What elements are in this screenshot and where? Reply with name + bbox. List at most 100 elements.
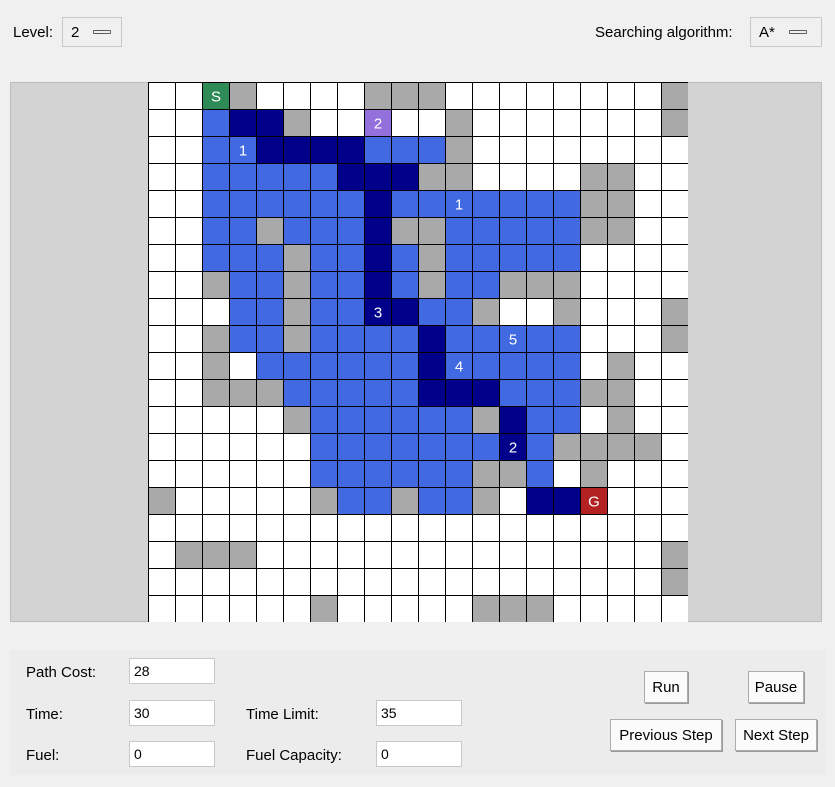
explored-cell: [391, 379, 419, 407]
wall-cell: [418, 244, 446, 272]
explored-cell: [229, 325, 257, 353]
level-dropdown[interactable]: 2: [62, 17, 122, 47]
empty-cell: [337, 514, 365, 542]
empty-cell: [526, 136, 554, 164]
path-cost-label: Path Cost:: [26, 664, 97, 681]
wall-cell: [283, 406, 311, 434]
level-label: Level:: [13, 24, 54, 41]
empty-cell: [148, 541, 176, 569]
pause-button[interactable]: Pause: [748, 671, 804, 703]
algorithm-dropdown[interactable]: A*: [750, 17, 822, 47]
wall-cell: [418, 163, 446, 191]
empty-cell: [634, 595, 662, 622]
explored-cell: [526, 352, 554, 380]
wall-cell: [229, 541, 257, 569]
explored-cell: [499, 379, 527, 407]
fuel-label: Fuel:: [26, 747, 60, 764]
empty-cell: [256, 595, 284, 622]
empty-cell: [553, 595, 581, 622]
empty-cell: [472, 541, 500, 569]
empty-cell: [607, 514, 635, 542]
explored-cell: [256, 298, 284, 326]
explored-cell: [256, 244, 284, 272]
next-step-button[interactable]: Next Step: [735, 719, 817, 751]
explored-cell: [229, 163, 257, 191]
time-limit-field[interactable]: 35: [376, 700, 462, 726]
empty-cell: [634, 568, 662, 596]
empty-cell: [337, 568, 365, 596]
empty-cell: [175, 190, 203, 218]
path-cell: [229, 109, 257, 137]
explored-cell: [445, 460, 473, 488]
empty-cell: [148, 217, 176, 245]
explored-cell: [337, 244, 365, 272]
wall-cell: [580, 460, 608, 488]
empty-cell: [661, 352, 688, 380]
wall-cell: [553, 433, 581, 461]
empty-cell: [607, 136, 635, 164]
empty-cell: [148, 460, 176, 488]
explored-cell: [526, 460, 554, 488]
empty-cell: [283, 568, 311, 596]
path-cell: [364, 244, 392, 272]
wall-cell: [580, 217, 608, 245]
empty-cell: [634, 298, 662, 326]
empty-cell: [148, 109, 176, 137]
explored-cell: [391, 352, 419, 380]
empty-cell: [418, 514, 446, 542]
explored-cell: [526, 217, 554, 245]
explored-cell: [499, 190, 527, 218]
empty-cell: [580, 82, 608, 110]
time-limit-label: Time Limit:: [246, 706, 319, 723]
cell-label: 1: [239, 143, 247, 160]
wall-cell: [472, 460, 500, 488]
empty-cell: [607, 460, 635, 488]
empty-cell: [445, 595, 473, 622]
path-cell: [256, 109, 284, 137]
explored-cell: [553, 325, 581, 353]
explored-cell: [364, 406, 392, 434]
empty-cell: [148, 82, 176, 110]
explored-cell: [229, 190, 257, 218]
run-button[interactable]: Run: [644, 671, 688, 703]
empty-cell: [175, 163, 203, 191]
fuel-field[interactable]: 0: [129, 741, 215, 767]
wall-cell: [256, 217, 284, 245]
path-cell: [418, 352, 446, 380]
empty-cell: [364, 514, 392, 542]
explored-cell: [553, 352, 581, 380]
empty-cell: [175, 217, 203, 245]
explored-cell: [337, 271, 365, 299]
path-cost-field[interactable]: 28: [129, 658, 215, 684]
fuel-capacity-field[interactable]: 0: [376, 741, 462, 767]
explored-cell: [364, 352, 392, 380]
explored-cell: [310, 190, 338, 218]
empty-cell: [175, 244, 203, 272]
wall-cell: [202, 379, 230, 407]
explored-cell: [337, 217, 365, 245]
empty-cell: [337, 109, 365, 137]
cell-label: G: [588, 494, 600, 511]
empty-cell: [175, 109, 203, 137]
wall-cell: [283, 325, 311, 353]
wall-cell: [661, 298, 688, 326]
path-cell: [553, 487, 581, 515]
empty-cell: [499, 163, 527, 191]
empty-cell: [148, 514, 176, 542]
wall-cell: [283, 244, 311, 272]
wall-cell: [661, 541, 688, 569]
empty-cell: [661, 595, 688, 622]
empty-cell: [580, 325, 608, 353]
path-cell: [364, 163, 392, 191]
empty-cell: [310, 541, 338, 569]
explored-cell: [256, 352, 284, 380]
empty-cell: [607, 487, 635, 515]
empty-cell: [661, 190, 688, 218]
empty-cell: [256, 82, 284, 110]
time-field[interactable]: 30: [129, 700, 215, 726]
explored-cell: [553, 217, 581, 245]
wall-cell: [499, 595, 527, 622]
path-cell: [526, 487, 554, 515]
previous-step-button[interactable]: Previous Step: [610, 719, 722, 751]
empty-cell: [661, 514, 688, 542]
